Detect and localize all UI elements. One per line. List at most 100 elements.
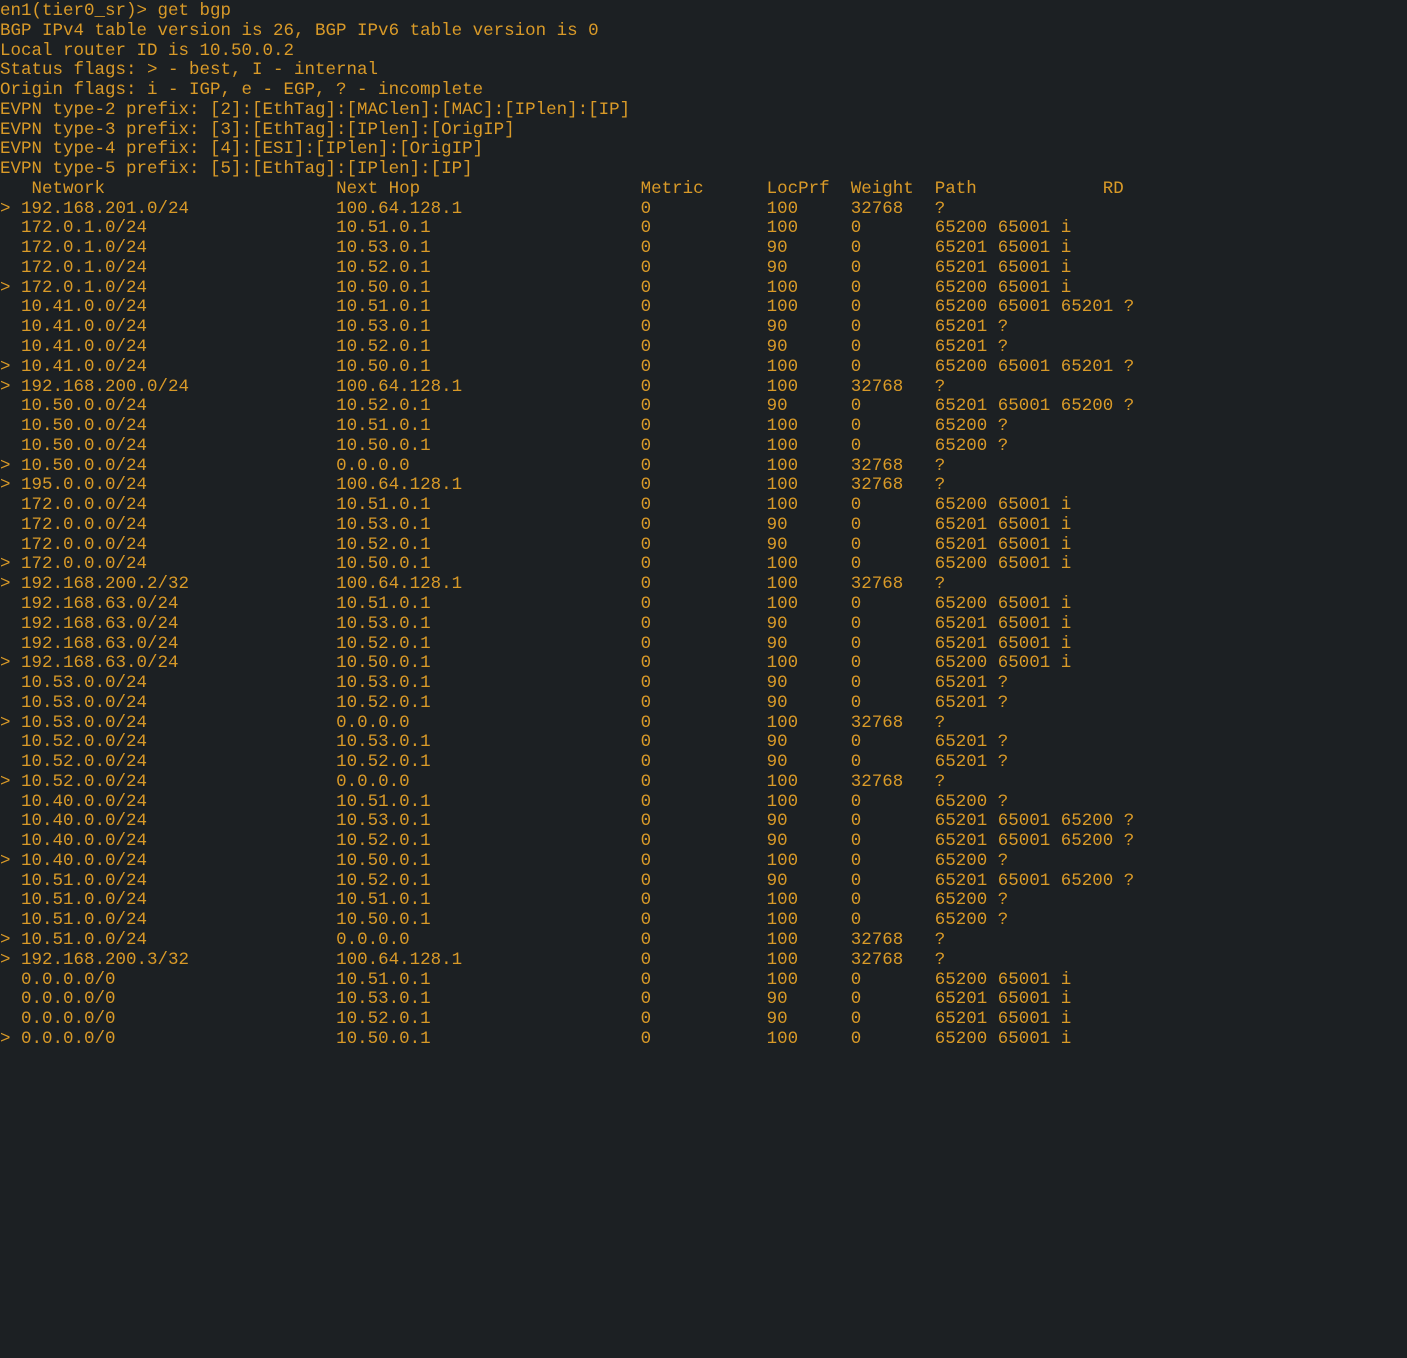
bgp-route-row: 172.0.1.0/24 10.51.0.1 0 100 0 65200 650…	[0, 219, 1407, 239]
route-weight: 32768	[851, 475, 935, 495]
route-next-hop: 10.53.0.1	[336, 614, 641, 634]
route-path: 65201 65001 i	[935, 515, 1072, 535]
route-flag	[0, 416, 21, 436]
route-weight: 0	[851, 357, 935, 377]
bgp-route-row: > 10.53.0.0/24 0.0.0.0 0 100 32768 ?	[0, 714, 1407, 734]
route-path: 65200 65001 i	[935, 495, 1072, 515]
route-path: ?	[935, 950, 946, 970]
route-weight: 0	[851, 238, 935, 258]
route-next-hop: 100.64.128.1	[336, 377, 641, 397]
route-flag	[0, 792, 21, 812]
col-next-hop: Next Hop	[336, 179, 641, 199]
route-locprf: 100	[767, 772, 851, 792]
route-locprf: 100	[767, 910, 851, 930]
route-path: 65200 ?	[935, 851, 1009, 871]
route-path: 65200 ?	[935, 416, 1009, 436]
route-path: 65201 65001 i	[935, 634, 1072, 654]
route-metric: 0	[641, 792, 767, 812]
route-flag	[0, 673, 21, 693]
route-next-hop: 10.53.0.1	[336, 673, 641, 693]
bgp-route-row: 10.50.0.0/24 10.51.0.1 0 100 0 65200 ?	[0, 417, 1407, 437]
terminal-output[interactable]: en1(tier0_sr)> get bgpBGP IPv4 table ver…	[0, 0, 1407, 1050]
route-locprf: 100	[767, 713, 851, 733]
route-locprf: 100	[767, 495, 851, 515]
route-next-hop: 10.51.0.1	[336, 970, 641, 990]
route-path: ?	[935, 930, 946, 950]
route-path: 65200 ?	[935, 890, 1009, 910]
bgp-route-row: 10.51.0.0/24 10.51.0.1 0 100 0 65200 ?	[0, 891, 1407, 911]
route-next-hop: 10.51.0.1	[336, 792, 641, 812]
preamble-line-7: EVPN type-4 prefix: [4]:[ESI]:[IPlen]:[O…	[0, 139, 483, 159]
route-next-hop: 10.50.0.1	[336, 910, 641, 930]
route-metric: 0	[641, 218, 767, 238]
route-path: 65200 ?	[935, 910, 1009, 930]
route-locprf: 90	[767, 396, 851, 416]
route-flag	[0, 258, 21, 278]
preamble-line-5: EVPN type-2 prefix: [2]:[EthTag]:[MAClen…	[0, 100, 630, 120]
route-path: 65200 65001 i	[935, 554, 1072, 574]
route-locprf: 90	[767, 831, 851, 851]
route-metric: 0	[641, 772, 767, 792]
preamble-line-1: Local router ID is 10.50.0.2	[0, 41, 294, 61]
route-metric: 0	[641, 377, 767, 397]
route-metric: 0	[641, 910, 767, 930]
prompt: en1(tier0_sr)>	[0, 1, 158, 21]
route-metric: 0	[641, 456, 767, 476]
route-weight: 0	[851, 653, 935, 673]
bgp-route-row: > 10.41.0.0/24 10.50.0.1 0 100 0 65200 6…	[0, 358, 1407, 378]
route-flag	[0, 396, 21, 416]
route-metric: 0	[641, 278, 767, 298]
route-metric: 0	[641, 416, 767, 436]
route-next-hop: 10.52.0.1	[336, 535, 641, 555]
route-network: 172.0.0.0/24	[21, 515, 336, 535]
route-path: ?	[935, 377, 946, 397]
route-path: 65201 65001 65200 ?	[935, 811, 1135, 831]
route-next-hop: 10.52.0.1	[336, 396, 641, 416]
route-locprf: 100	[767, 416, 851, 436]
col-flag	[0, 179, 32, 199]
route-weight: 0	[851, 1009, 935, 1029]
route-weight: 32768	[851, 456, 935, 476]
route-next-hop: 10.52.0.1	[336, 831, 641, 851]
route-network: 0.0.0.0/0	[21, 970, 336, 990]
route-flag: >	[0, 456, 21, 476]
route-path: 65200 ?	[935, 792, 1009, 812]
route-next-hop: 10.52.0.1	[336, 337, 641, 357]
route-path: 65200 65001 i	[935, 594, 1072, 614]
bgp-route-row: 10.41.0.0/24 10.51.0.1 0 100 0 65200 650…	[0, 298, 1407, 318]
route-flag: >	[0, 851, 21, 871]
route-locprf: 100	[767, 554, 851, 574]
col-locprf: LocPrf	[767, 179, 851, 199]
route-network: 172.0.0.0/24	[21, 554, 336, 574]
route-path: 65200 65001 i	[935, 1029, 1072, 1049]
route-flag: >	[0, 377, 21, 397]
route-path: ?	[935, 713, 946, 733]
bgp-route-row: > 192.168.200.3/32 100.64.128.1 0 100 32…	[0, 951, 1407, 971]
route-metric: 0	[641, 752, 767, 772]
route-locprf: 90	[767, 811, 851, 831]
route-metric: 0	[641, 337, 767, 357]
route-metric: 0	[641, 890, 767, 910]
route-network: 10.52.0.0/24	[21, 772, 336, 792]
route-next-hop: 0.0.0.0	[336, 713, 641, 733]
route-network: 0.0.0.0/0	[21, 989, 336, 1009]
route-metric: 0	[641, 297, 767, 317]
route-weight: 0	[851, 297, 935, 317]
route-next-hop: 10.52.0.1	[336, 634, 641, 654]
route-flag	[0, 535, 21, 555]
route-weight: 0	[851, 831, 935, 851]
route-next-hop: 100.64.128.1	[336, 574, 641, 594]
route-locprf: 90	[767, 634, 851, 654]
command: get bgp	[158, 1, 232, 21]
route-next-hop: 10.52.0.1	[336, 1009, 641, 1029]
route-network: 10.50.0.0/24	[21, 436, 336, 456]
route-flag	[0, 1009, 21, 1029]
route-next-hop: 10.52.0.1	[336, 693, 641, 713]
route-locprf: 90	[767, 1009, 851, 1029]
route-flag: >	[0, 278, 21, 298]
route-next-hop: 100.64.128.1	[336, 950, 641, 970]
route-path: 65201 ?	[935, 317, 1009, 337]
route-next-hop: 0.0.0.0	[336, 456, 641, 476]
route-network: 10.51.0.0/24	[21, 910, 336, 930]
route-locprf: 100	[767, 970, 851, 990]
